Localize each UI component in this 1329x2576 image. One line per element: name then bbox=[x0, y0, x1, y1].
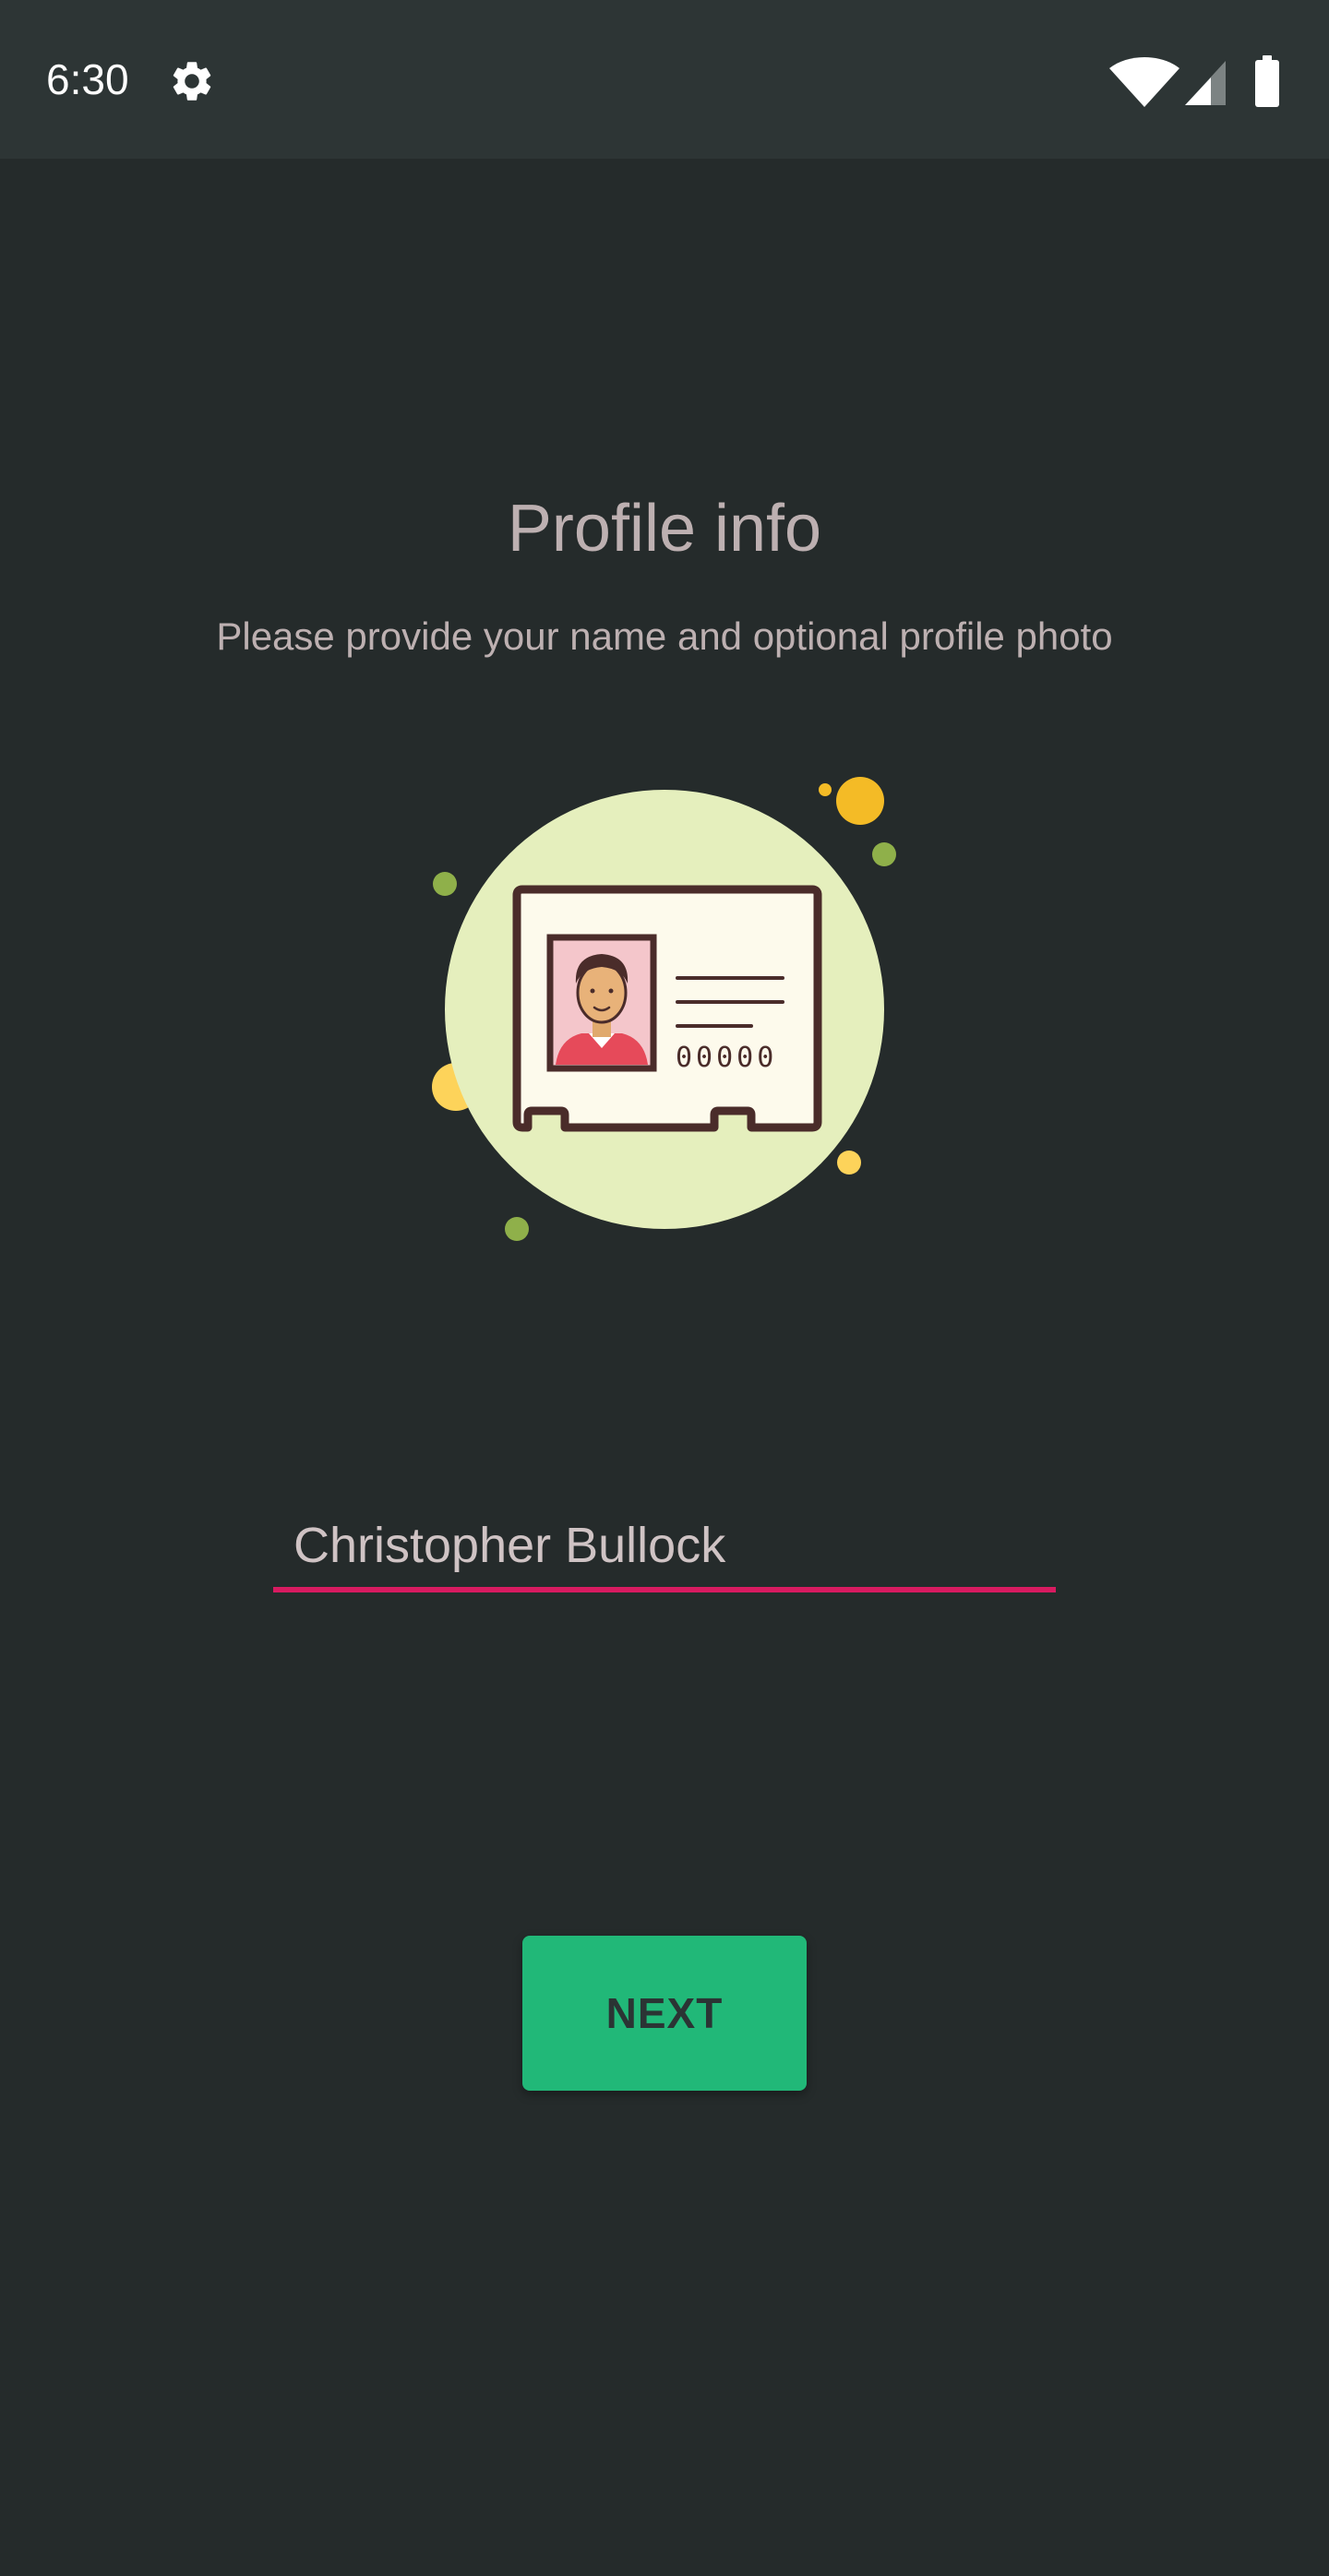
battery-icon bbox=[1255, 55, 1279, 107]
wifi-icon bbox=[1109, 57, 1179, 107]
next-button[interactable]: NEXT bbox=[522, 1936, 807, 2091]
status-bar: 6:30 bbox=[0, 0, 1329, 159]
status-time: 6:30 bbox=[46, 55, 129, 103]
page-title: Profile info bbox=[507, 492, 822, 566]
status-icons bbox=[1109, 55, 1279, 107]
cell-signal-icon bbox=[1185, 61, 1226, 105]
profile-info-screen: 6:30 Profile info Please provide your na… bbox=[0, 0, 1329, 2576]
id-card-digits: 00000 bbox=[676, 1042, 777, 1074]
page-subtitle: Please provide your name and optional pr… bbox=[216, 614, 1113, 658]
gear-icon bbox=[173, 62, 211, 101]
name-input[interactable] bbox=[273, 1504, 1056, 1592]
id-card-icon: 00000 bbox=[432, 777, 896, 1241]
